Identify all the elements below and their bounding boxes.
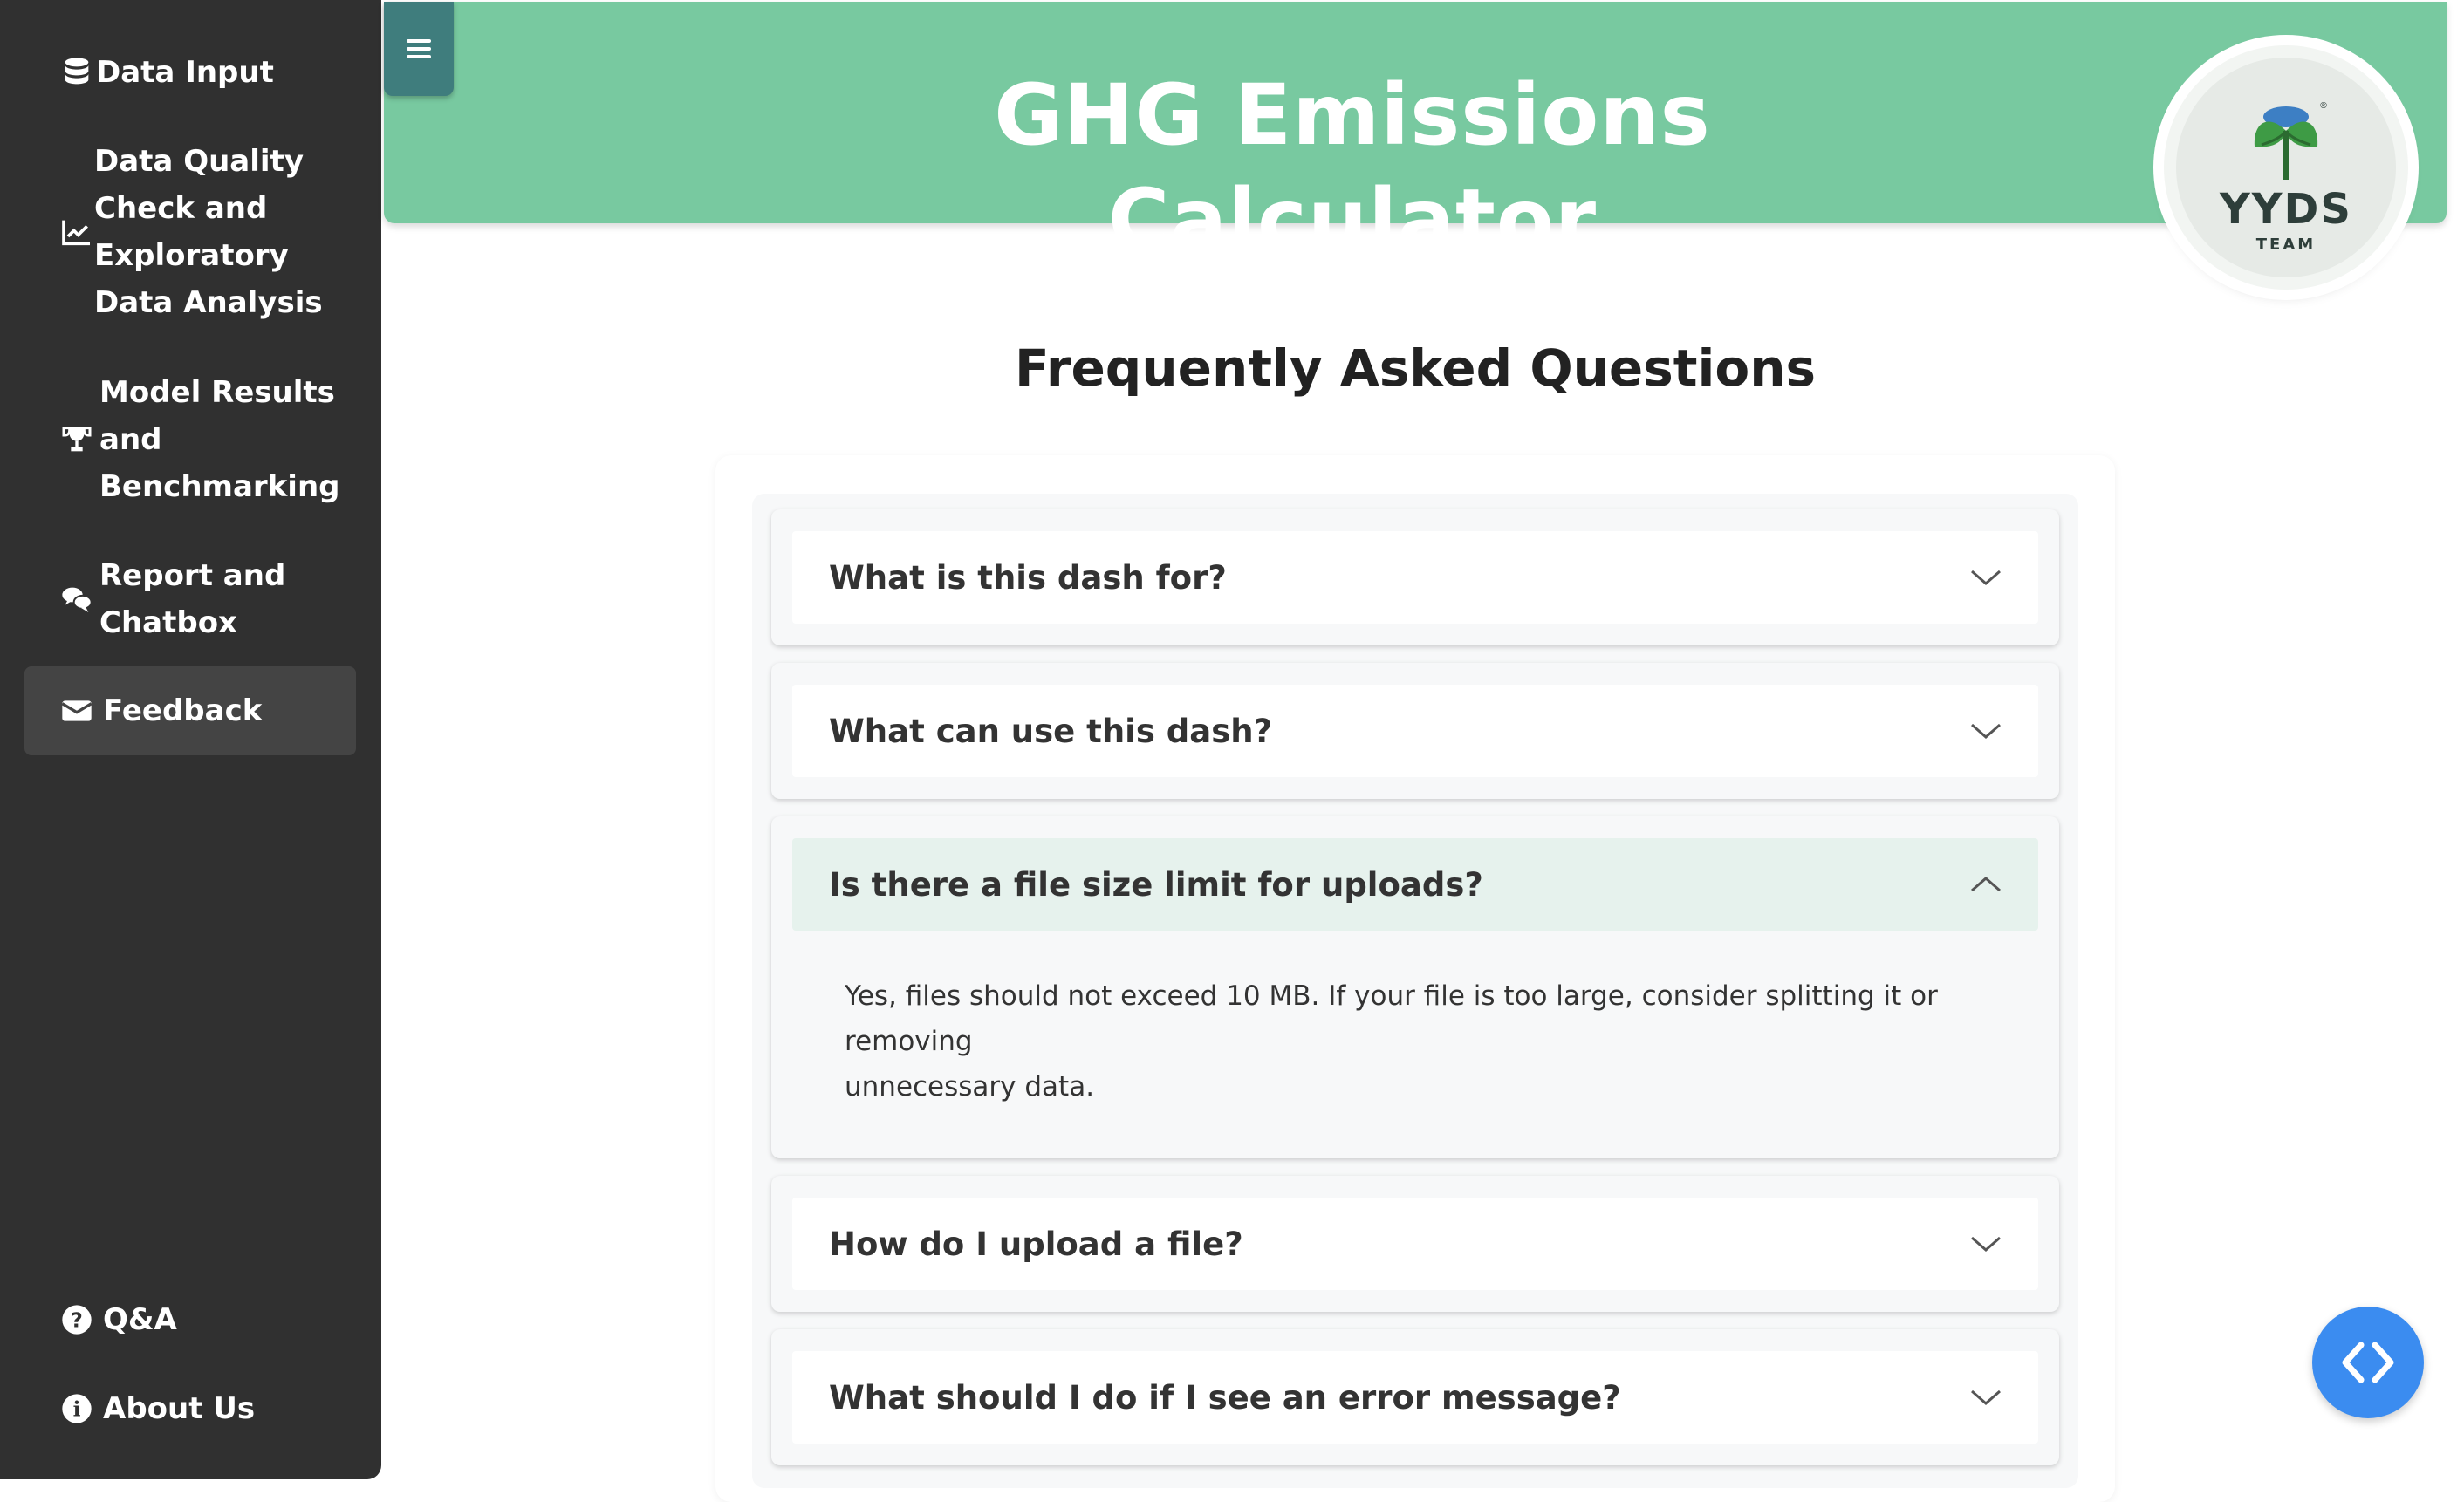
sidebar-item-label: Data Input: [96, 55, 274, 90]
faq-item: What is this dash for?: [771, 509, 2059, 645]
faq-question-button[interactable]: Is there a file size limit for uploads?: [792, 838, 2038, 931]
sidebar-item-label: About Us: [103, 1391, 256, 1426]
faq-question-button[interactable]: What can use this dash?: [792, 685, 2038, 777]
info-circle-icon: i: [58, 1389, 96, 1428]
sidebar-item-about-us[interactable]: i About Us: [24, 1385, 356, 1432]
question-circle-icon: ?: [58, 1301, 96, 1339]
sidebar-item-label: Q&A: [103, 1302, 177, 1337]
faq-question-text: How do I upload a file?: [829, 1225, 1243, 1263]
label-line: Model Results: [99, 375, 335, 410]
hamburger-icon: [407, 39, 431, 58]
chevron-down-icon: [1971, 723, 2001, 739]
faq-question-button[interactable]: How do I upload a file?: [792, 1198, 2038, 1290]
sidebar-item-qa[interactable]: ? Q&A: [24, 1296, 356, 1343]
sidebar-item-label: Model Results and Benchmarking: [99, 369, 340, 510]
label-line: Exploratory: [94, 238, 289, 273]
team-logo: ® YYDS TEAM: [2164, 45, 2408, 290]
leaf-logo-icon: ®: [2254, 101, 2328, 180]
faq-question-button[interactable]: What should I do if I see an error messa…: [792, 1351, 2038, 1444]
sidebar-item-model-results[interactable]: Model Results and Benchmarking: [24, 369, 356, 510]
faq-item: How do I upload a file?: [771, 1176, 2059, 1312]
sidebar-item-report-chatbox[interactable]: Report and Chatbox: [24, 552, 356, 646]
code-toggle-button[interactable]: [2312, 1307, 2424, 1418]
svg-text:?: ?: [71, 1307, 83, 1332]
chevron-down-icon: [1971, 1389, 2001, 1405]
chart-line-icon: [58, 213, 96, 251]
database-icon: [58, 53, 96, 92]
sidebar-item-label: Feedback: [103, 693, 263, 728]
sidebar-item-feedback[interactable]: Feedback: [24, 666, 356, 755]
sidebar-item-data-quality[interactable]: Data Quality Check and Exploratory Data …: [24, 138, 356, 326]
faq-question-text: Is there a file size limit for uploads?: [829, 865, 1483, 904]
answer-line: unnecessary data.: [845, 1071, 1095, 1103]
sidebar-toggle-button[interactable]: [384, 2, 454, 96]
label-line: Chatbox: [99, 605, 237, 640]
faq-item: What should I do if I see an error messa…: [771, 1329, 2059, 1465]
faq-question-button[interactable]: What is this dash for?: [792, 531, 2038, 624]
logo-subtext: TEAM: [2255, 236, 2317, 254]
faq-answer-text: Yes, files should not exceed 10 MB. If y…: [845, 973, 2005, 1109]
label-line: Check and: [94, 191, 268, 226]
chevron-up-icon: [1971, 877, 2001, 892]
envelope-icon: [58, 692, 96, 730]
faq-item: What can use this dash?: [771, 663, 2059, 799]
comments-icon: [58, 580, 96, 618]
page-title: GHG Emissions Calculator: [994, 66, 1711, 269]
label-line: Data Analysis: [94, 285, 323, 320]
trophy-icon: [58, 420, 96, 459]
chevron-down-icon: [1971, 570, 2001, 585]
header-banner: GHG Emissions Calculator: [384, 2, 2447, 269]
sidebar-item-label: Report and Chatbox: [99, 552, 285, 646]
registered-mark: ®: [2319, 101, 2328, 111]
code-arrows-icon: [2342, 1342, 2394, 1383]
logo-text: YYDS: [2220, 185, 2352, 234]
faq-question-text: What can use this dash?: [829, 712, 1273, 750]
answer-line: Yes, files should not exceed 10 MB. If y…: [845, 980, 1938, 1057]
label-line: Data Quality: [94, 144, 304, 179]
sidebar: Data Input Data Quality Check and Explor…: [0, 0, 381, 1479]
sidebar-item-data-input[interactable]: Data Input: [24, 49, 356, 96]
faq-question-text: What is this dash for?: [829, 558, 1227, 597]
label-line: and: [99, 422, 162, 457]
label-line: Benchmarking: [99, 469, 340, 504]
sidebar-item-label: Data Quality Check and Exploratory Data …: [94, 138, 323, 326]
faq-title: Frequently Asked Questions: [1014, 338, 1817, 398]
faq-question-text: What should I do if I see an error messa…: [829, 1378, 1621, 1417]
label-line: Report and: [99, 558, 286, 593]
svg-text:i: i: [73, 1396, 81, 1421]
faq-item-expanded: Is there a file size limit for uploads? …: [771, 816, 2059, 1158]
chevron-down-icon: [1971, 1236, 2001, 1252]
